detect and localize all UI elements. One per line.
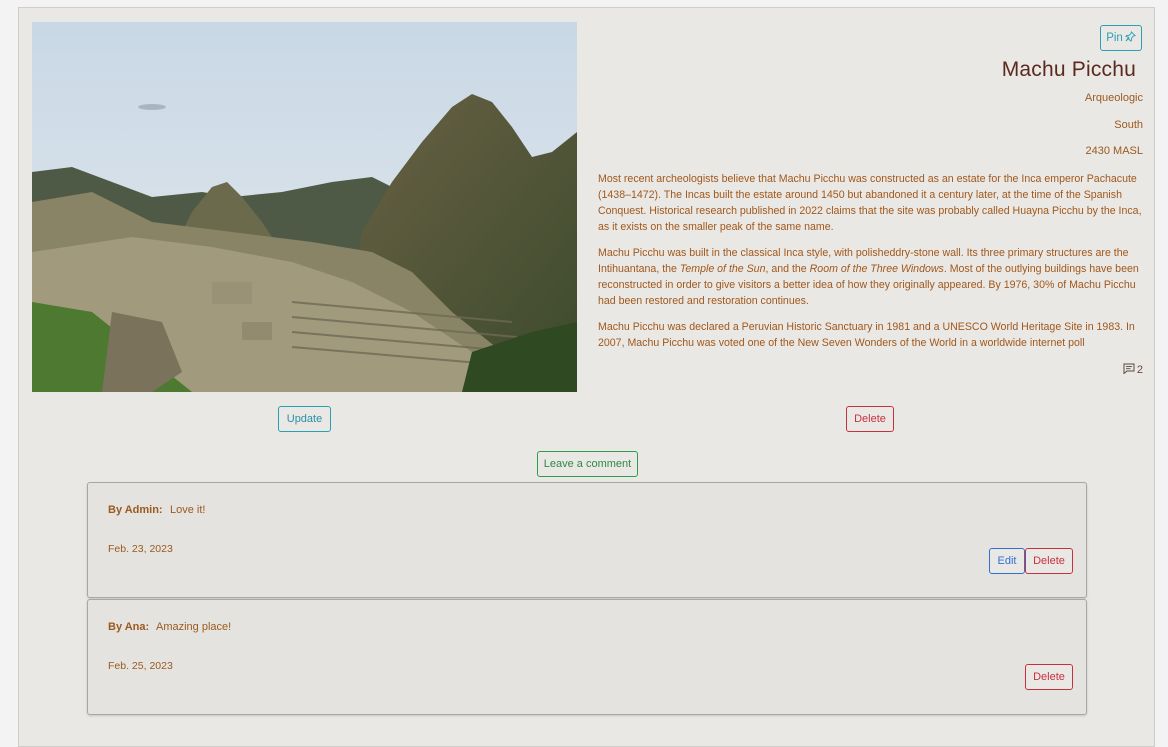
place-type: Arqueologic xyxy=(1084,92,1143,104)
description-paragraph-1: Most recent archeologists believe that M… xyxy=(598,173,1142,233)
pin-icon xyxy=(1124,31,1136,45)
comment-date: Feb. 25, 2023 xyxy=(108,660,173,672)
comment-author: By Admin: xyxy=(108,504,163,516)
delete-place-button[interactable]: Delete xyxy=(846,406,894,432)
pin-label: Pin xyxy=(1106,32,1123,44)
description-paragraph-3: Machu Picchu was declared a Peruvian His… xyxy=(598,321,1135,349)
update-button[interactable]: Update xyxy=(278,406,331,432)
comment-card: By Admin: Love it! Feb. 23, 2023 Edit De… xyxy=(87,482,1087,598)
comment-count: 2 xyxy=(1123,363,1143,377)
edit-comment-button[interactable]: Edit xyxy=(989,548,1025,574)
place-photo xyxy=(32,22,577,392)
pin-button[interactable]: Pin xyxy=(1100,25,1142,51)
description-paragraph-2: Machu Picchu was built in the classical … xyxy=(598,247,1139,307)
comment-author: By Ana: xyxy=(108,621,150,633)
comment-text: Love it! xyxy=(170,504,206,516)
machu-picchu-image xyxy=(32,22,577,392)
comment-text: Amazing place! xyxy=(156,621,232,633)
place-altitude: 2430 MASL xyxy=(1085,145,1143,157)
comment-icon xyxy=(1123,363,1135,377)
leave-comment-button[interactable]: Leave a comment xyxy=(537,451,638,477)
delete-comment-button[interactable]: Delete xyxy=(1025,664,1073,690)
delete-comment-button[interactable]: Delete xyxy=(1025,548,1073,574)
comment-date: Feb. 23, 2023 xyxy=(108,543,173,555)
place-title: Machu Picchu xyxy=(1001,58,1136,81)
comment-count-value: 2 xyxy=(1136,364,1143,376)
place-description: Most recent archeologists believe that M… xyxy=(598,171,1144,361)
place-region: South xyxy=(1114,119,1143,131)
comment-card: By Ana: Amazing place! Feb. 25, 2023 Del… xyxy=(87,599,1087,715)
